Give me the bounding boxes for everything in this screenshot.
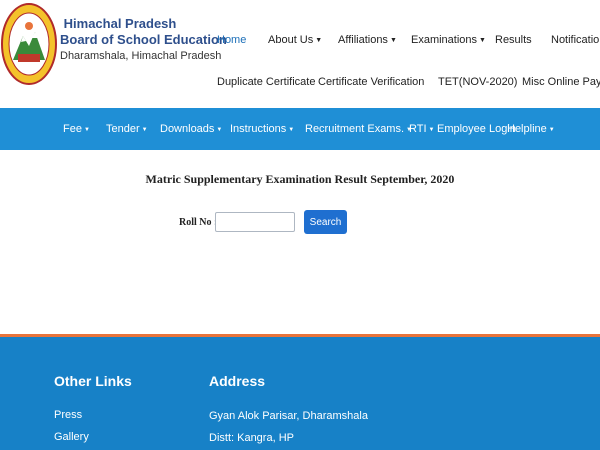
caret-down-icon: ▼ — [216, 127, 223, 133]
search-button[interactable]: Search — [304, 210, 347, 234]
nav-results[interactable]: Results — [495, 34, 532, 46]
caret-down-icon: ▼ — [548, 127, 555, 133]
caret-down-icon: ▼ — [479, 37, 486, 44]
nav-home-label: Home — [217, 34, 247, 46]
org-location: Dharamshala, Himachal Pradesh — [60, 50, 222, 63]
org-name-line2: Board of School Education — [60, 31, 227, 47]
menu-recruitment-exams[interactable]: Recruitment Exams. ▼ — [305, 123, 412, 135]
caret-down-icon: ▼ — [141, 127, 148, 133]
nav-about-us[interactable]: About Us ▼ — [268, 34, 322, 46]
menu-fee[interactable]: Fee ▼ — [63, 123, 90, 135]
menu-employee-login-label: Employee Login — [437, 123, 516, 135]
menu-instructions-label: Instructions — [230, 123, 287, 135]
caret-down-icon: ▼ — [83, 127, 90, 133]
caret-down-icon: ▼ — [389, 37, 397, 44]
org-name-line1: Himachal Pradesh — [63, 16, 177, 31]
footer-link-press[interactable]: Press — [54, 409, 82, 421]
menu-downloads[interactable]: Downloads ▼ — [160, 123, 222, 135]
caret-down-icon: ▼ — [315, 37, 323, 44]
nav-misc-online-payment-label: Misc Online Payment — [522, 76, 600, 88]
site-footer: Other Links Press Gallery Address Gyan A… — [0, 337, 600, 450]
nav-examinations[interactable]: Examinations ▼ — [411, 34, 486, 46]
menu-employee-login[interactable]: Employee Login — [437, 123, 516, 135]
address-line-1: Gyan Alok Parisar, Dharamshala — [209, 410, 368, 422]
menu-rti[interactable]: RTI ▼ — [409, 123, 434, 135]
nav-duplicate-certificate-label: Duplicate Certificate — [217, 76, 316, 88]
address-heading: Address — [209, 373, 266, 389]
roll-number-input[interactable] — [215, 212, 295, 232]
nav-examinations-label: Examinations — [411, 34, 478, 46]
other-links-heading: Other Links — [54, 373, 132, 389]
main-menu-bar: Fee ▼ Tender ▼ Downloads ▼ Instructions ▼ Re… — [0, 108, 600, 150]
nav-notifications[interactable]: Notifications — [551, 34, 600, 46]
footer-link-gallery[interactable]: Gallery — [54, 431, 89, 443]
nav-tet-label: TET(NOV-2020) — [438, 76, 518, 88]
menu-helpline[interactable]: Helpline ▼ — [507, 123, 555, 135]
menu-tender-label: Tender — [106, 123, 140, 135]
menu-fee-label: Fee — [63, 123, 82, 135]
menu-recruitment-exams-label: Recruitment Exams. — [305, 123, 405, 135]
site-header: Himachal Pradesh Board of School Educati… — [0, 0, 600, 108]
caret-down-icon: ▼ — [288, 127, 295, 133]
menu-rti-label: RTI — [409, 123, 427, 135]
nav-certificate-verification-label: Certificate Verification — [318, 76, 425, 88]
nav-certificate-verification[interactable]: Certificate Verification — [318, 76, 424, 88]
nav-affiliations[interactable]: Affiliations ▼ — [338, 34, 397, 46]
caret-down-icon: ▼ — [428, 127, 435, 133]
page-title: Matric Supplementary Examination Result … — [145, 172, 455, 186]
menu-instructions[interactable]: Instructions ▼ — [230, 123, 294, 135]
organization-name: Himachal Pradesh Board of School Educati… — [60, 16, 227, 63]
nav-tet[interactable]: TET(NOV-2020) — [438, 76, 517, 88]
menu-helpline-label: Helpline — [507, 123, 547, 135]
nav-misc-online-payment[interactable]: Misc Online Payment — [522, 76, 600, 88]
nav-notifications-label: Notifications — [551, 34, 600, 46]
nav-affiliations-label: Affiliations — [338, 34, 388, 46]
nav-duplicate-certificate[interactable]: Duplicate Certificate — [217, 76, 315, 88]
nav-results-label: Results — [495, 34, 532, 46]
board-logo-icon[interactable] — [1, 2, 57, 86]
nav-about-us-label: About Us — [268, 34, 314, 46]
address-line-2: Distt: Kangra, HP — [209, 432, 294, 444]
roll-number-label: Roll No : — [179, 217, 218, 228]
nav-home[interactable]: Home — [217, 34, 246, 46]
menu-downloads-label: Downloads — [160, 123, 215, 135]
menu-tender[interactable]: Tender ▼ — [106, 123, 148, 135]
